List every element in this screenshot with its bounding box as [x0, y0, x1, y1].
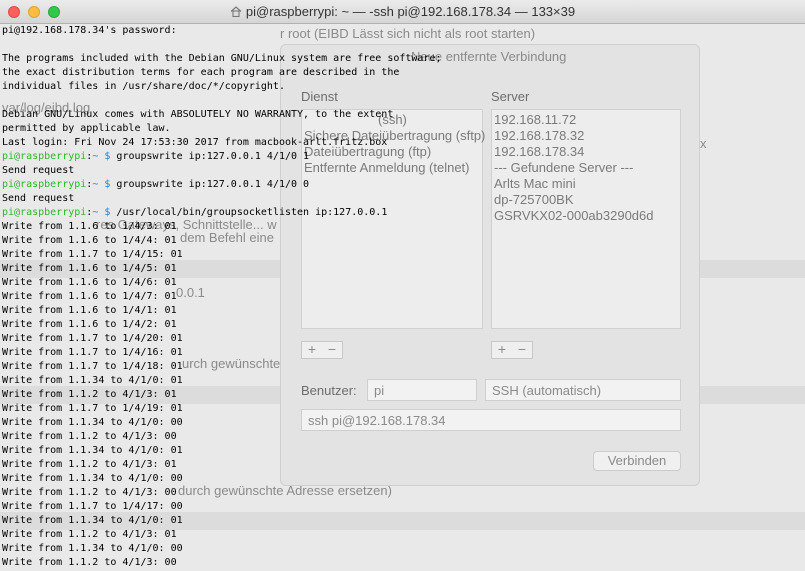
- output-line: Write from 1.1.34 to 4/1/0: 01: [2, 375, 183, 386]
- output-line: Write from 1.1.6 to 1/4/2: 01: [2, 319, 177, 330]
- prompt-line: pi@raspberrypi:~ $ groupswrite ip:127.0.…: [0, 150, 805, 164]
- terminal-window: pi@raspberrypi: ~ — -ssh pi@192.168.178.…: [0, 0, 805, 571]
- output-line: Write from 1.1.7 to 1/4/19: 01: [2, 403, 183, 414]
- title-bar[interactable]: pi@raspberrypi: ~ — -ssh pi@192.168.178.…: [0, 0, 805, 24]
- output-line: Write from 1.1.7 to 1/4/20: 01: [2, 333, 183, 344]
- prompt-line: pi@raspberrypi:~ $ /usr/local/bin/groups…: [0, 206, 805, 220]
- window-title-text: pi@raspberrypi: ~ — -ssh pi@192.168.178.…: [245, 4, 576, 19]
- output-line: Write from 1.1.34 to 4/1/0: 00: [2, 417, 183, 428]
- output-line: Write from 1.1.7 to 1/4/15: 01: [2, 249, 183, 260]
- output-line: the exact distribution terms for each pr…: [2, 67, 400, 78]
- output-line: Debian GNU/Linux comes with ABSOLUTELY N…: [2, 109, 394, 120]
- output-line: Last login: Fri Nov 24 17:53:30 2017 fro…: [2, 137, 388, 148]
- output-line: Write from 1.1.34 to 4/1/0: 01: [2, 515, 183, 526]
- output-line: Write from 1.1.2 to 4/1/3: 01: [2, 529, 177, 540]
- output-line: Write from 1.1.6 to 1/4/1: 01: [2, 305, 177, 316]
- output-line: Write from 1.1.6 to 1/4/3: 01: [2, 221, 177, 232]
- command-text: /usr/local/bin/groupsocketlisten ip:127.…: [116, 207, 388, 218]
- terminal-output[interactable]: pi@192.168.178.34's password: The progra…: [0, 24, 805, 571]
- prompt-line: pi@raspberrypi:~ $ groupswrite ip:127.0.…: [0, 178, 805, 192]
- output-line: permitted by applicable law.: [2, 123, 171, 134]
- prompt-user-host: pi@raspberrypi: [2, 179, 87, 190]
- output-line: Write from 1.1.34 to 4/1/0: 01: [2, 445, 183, 456]
- output-line: Write from 1.1.2 to 4/1/3: 01: [2, 389, 177, 400]
- prompt-user-host: pi@raspberrypi: [2, 151, 87, 162]
- home-icon: [230, 6, 242, 17]
- prompt-dollar: $: [98, 207, 117, 218]
- prompt-dollar: $: [98, 179, 117, 190]
- prompt-dollar: $: [98, 151, 117, 162]
- output-line: Write from 1.1.2 to 4/1/3: 01: [2, 459, 177, 470]
- output-line: individual files in /usr/share/doc/*/cop…: [2, 81, 285, 92]
- command-text: groupswrite ip:127.0.0.1 4/1/0 1: [116, 151, 310, 162]
- output-line: Write from 1.1.2 to 4/1/3: 00: [2, 487, 177, 498]
- output-line: Send request: [2, 165, 75, 176]
- output-line: Write from 1.1.7 to 1/4/16: 01: [2, 347, 183, 358]
- output-line: The programs included with the Debian GN…: [2, 53, 442, 64]
- output-line: Write from 1.1.6 to 1/4/5: 01: [2, 263, 177, 274]
- output-line: Write from 1.1.7 to 1/4/17: 00: [2, 501, 183, 512]
- output-line: Write from 1.1.7 to 1/4/18: 01: [2, 361, 183, 372]
- command-text: groupswrite ip:127.0.0.1 4/1/0 0: [116, 179, 310, 190]
- output-line: Write from 1.1.34 to 4/1/0: 00: [2, 543, 183, 554]
- output-line: Write from 1.1.2 to 4/1/3: 00: [2, 557, 177, 568]
- output-line: Write from 1.1.6 to 1/4/4: 01: [2, 235, 177, 246]
- output-line: Write from 1.1.2 to 4/1/3: 00: [2, 431, 177, 442]
- output-line: Write from 1.1.6 to 1/4/6: 01: [2, 277, 177, 288]
- output-line: Send request: [2, 193, 75, 204]
- output-line: Write from 1.1.34 to 4/1/0: 00: [2, 473, 183, 484]
- prompt-user-host: pi@raspberrypi: [2, 207, 87, 218]
- window-title: pi@raspberrypi: ~ — -ssh pi@192.168.178.…: [0, 4, 805, 19]
- output-line: Write from 1.1.6 to 1/4/7: 01: [2, 291, 177, 302]
- output-line: pi@192.168.178.34's password:: [2, 25, 183, 36]
